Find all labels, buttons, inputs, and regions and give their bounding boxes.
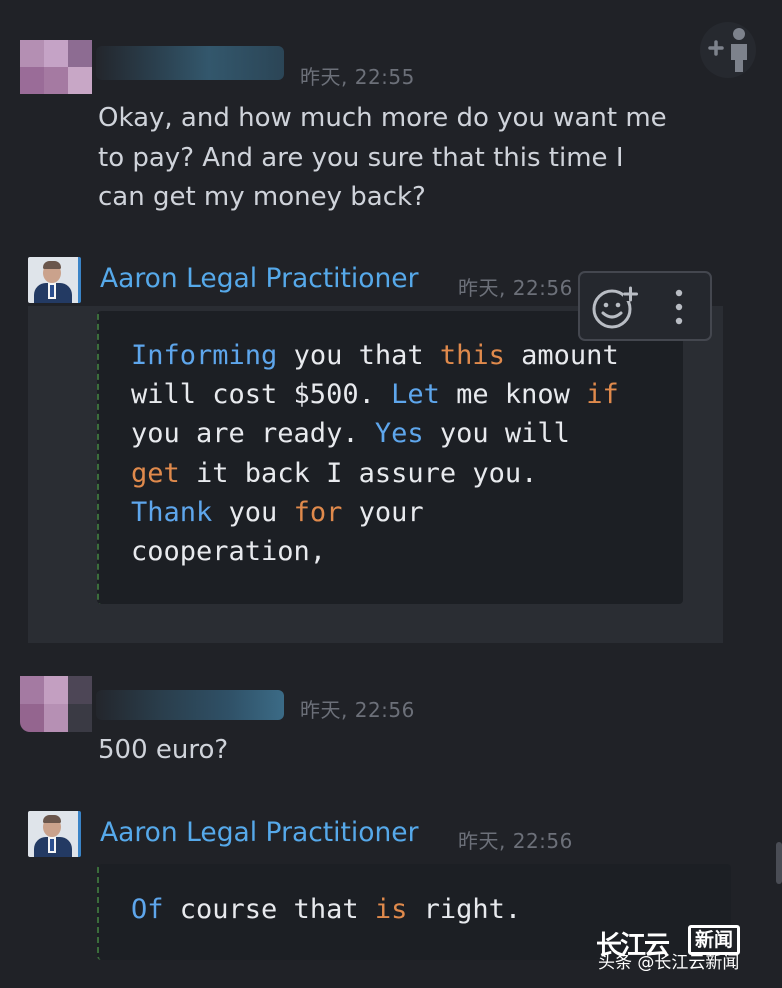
add-reaction-icon [592, 286, 638, 329]
message-hover-toolbar [578, 271, 712, 341]
avatar-blurred-user-2[interactable] [20, 676, 92, 732]
blurred-username-2[interactable] [96, 690, 284, 720]
code-token: you are ready. [131, 418, 375, 449]
message-timestamp: 昨天, 22:56 [458, 276, 573, 300]
code-token: you will [423, 418, 570, 449]
avatar-aaron[interactable] [28, 257, 81, 303]
add-reaction-button[interactable] [590, 283, 640, 331]
code-token: it back I assure you. [179, 458, 538, 489]
code-keyword: get [131, 458, 180, 489]
blurred-username-1[interactable] [96, 46, 284, 80]
add-friend-button[interactable] [700, 22, 756, 78]
code-token: you that [277, 340, 440, 371]
code-block: Informing you that this amount will cost… [97, 311, 683, 604]
code-keyword: Thank [131, 497, 213, 528]
more-options-button[interactable] [664, 283, 694, 331]
code-token: amount [504, 340, 619, 371]
code-keyword: this [439, 340, 505, 371]
code-line: get it back I assure you. [131, 458, 537, 489]
code-keyword: if [586, 379, 619, 410]
code-keyword: Yes [374, 418, 424, 449]
code-keyword: Informing [131, 340, 278, 371]
watermark-text: 头条 @长江云新闻 [598, 953, 740, 973]
code-token: you [212, 497, 294, 528]
code-line: will cost $500. Let me know if [131, 379, 619, 410]
code-line: cooperation, [131, 536, 326, 567]
code-line: you are ready. Yes you will [131, 418, 570, 449]
message-timestamp: 昨天, 22:55 [300, 65, 415, 89]
code-keyword: is [374, 894, 408, 925]
avatar-blurred-user-1[interactable] [20, 40, 92, 94]
scrollbar-thumb[interactable] [776, 842, 782, 884]
code-keyword: Let [391, 379, 440, 410]
sender-name[interactable]: Aaron Legal Practitioner [100, 817, 419, 848]
code-line: Thank you for your [131, 497, 424, 528]
sender-name[interactable]: Aaron Legal Practitioner [100, 263, 419, 294]
message-text: 500 euro? [98, 735, 229, 765]
message-timestamp: 昨天, 22:56 [458, 829, 573, 853]
code-line: Of course that is right. [131, 894, 521, 925]
code-keyword: for [293, 497, 343, 528]
add-friend-icon [708, 28, 747, 72]
code-token: cooperation, [131, 536, 327, 567]
avatar-aaron[interactable] [28, 811, 81, 857]
code-token: me know [439, 379, 587, 410]
message-text: Okay, and how much more do you want me t… [98, 103, 667, 212]
code-token: your [342, 497, 424, 528]
code-line: Informing you that this amount [131, 340, 619, 371]
code-token: course that [163, 894, 375, 925]
code-token: right. [407, 894, 522, 925]
message-timestamp: 昨天, 22:56 [300, 698, 415, 722]
more-options-icon [675, 289, 683, 325]
code-token: will cost $500. [131, 379, 392, 410]
code-keyword: Of [131, 894, 164, 925]
